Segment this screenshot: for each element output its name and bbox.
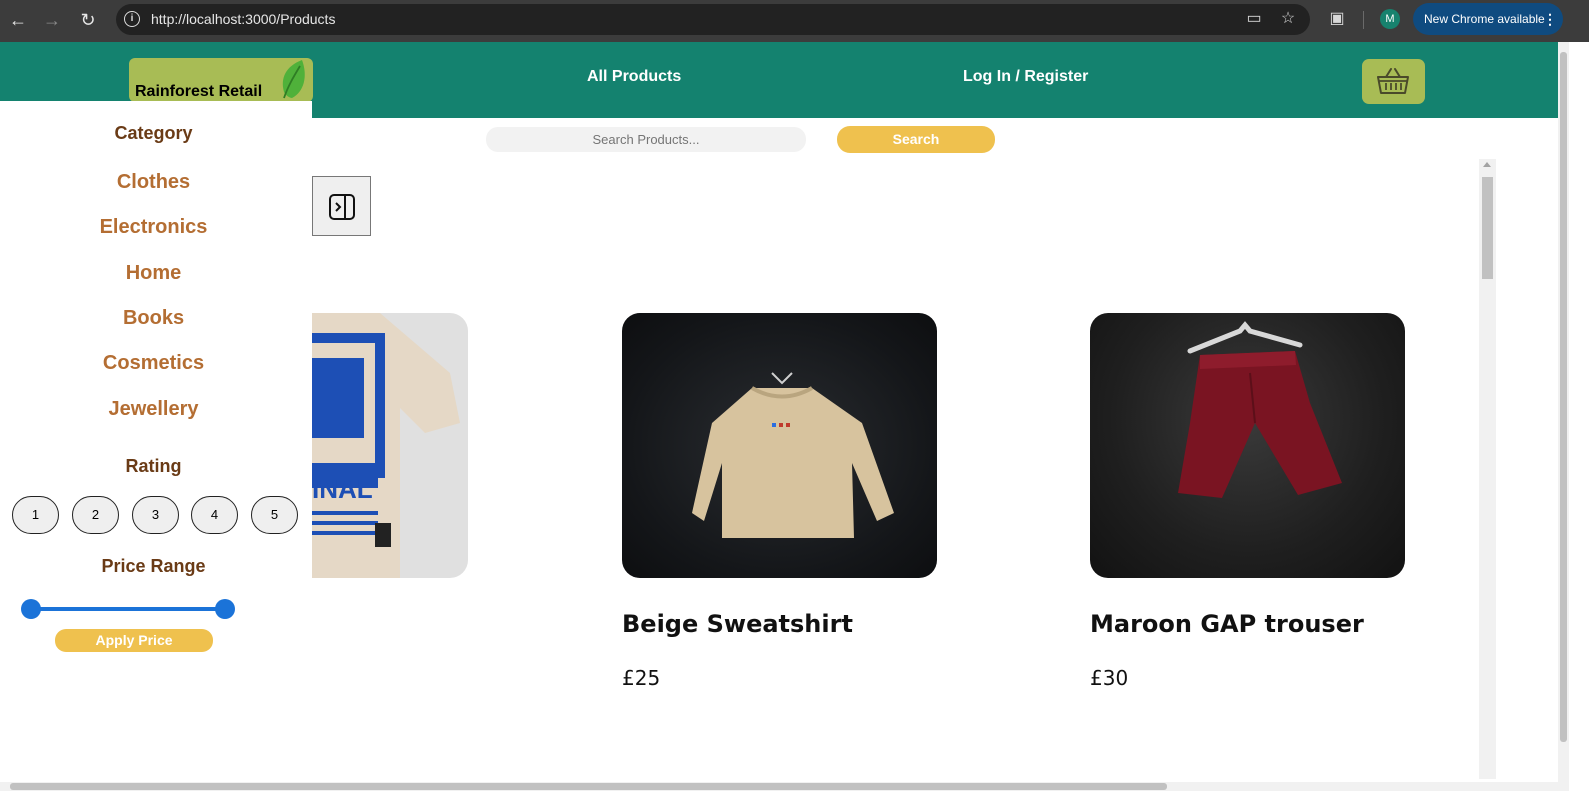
rating-button-2[interactable]: 2 xyxy=(72,496,119,534)
search-input[interactable] xyxy=(486,127,806,152)
product-card-image[interactable] xyxy=(622,313,937,578)
product-price: £25 xyxy=(622,666,661,690)
browser-toolbar: ← → ↻ i http://localhost:3000/Products ▭… xyxy=(0,0,1589,42)
logo-text: Rainforest Retail xyxy=(135,83,263,100)
forward-icon[interactable]: → xyxy=(40,8,64,32)
filter-sidebar: Category Clothes Electronics Home Books … xyxy=(0,101,312,681)
nav-all-products[interactable]: All Products xyxy=(587,68,681,86)
reload-icon[interactable]: ↻ xyxy=(76,8,100,32)
basket-icon xyxy=(1377,68,1409,94)
star-icon[interactable]: ☆ xyxy=(1278,9,1298,29)
category-clothes[interactable]: Clothes xyxy=(0,171,307,194)
svg-text:INAL: INAL xyxy=(312,474,373,504)
scroll-up-arrow-icon[interactable] xyxy=(1483,162,1491,167)
category-electronics[interactable]: Electronics xyxy=(0,216,307,239)
category-heading: Category xyxy=(114,123,193,143)
update-chrome-label: New Chrome available xyxy=(1424,12,1545,26)
basket-button[interactable] xyxy=(1362,59,1425,104)
scrollbar-thumb[interactable] xyxy=(1482,177,1493,279)
leaf-icon xyxy=(282,60,305,99)
category-home[interactable]: Home xyxy=(0,262,307,285)
install-icon[interactable]: ▭ xyxy=(1244,9,1264,29)
back-icon[interactable]: ← xyxy=(6,8,30,32)
product-price: £30 xyxy=(1090,666,1129,690)
price-range-heading: Price Range xyxy=(101,556,206,576)
sidebar-toggle-button[interactable] xyxy=(312,176,371,236)
price-max-handle[interactable] xyxy=(215,599,235,619)
info-icon[interactable]: i xyxy=(124,11,140,27)
rating-heading: Rating xyxy=(125,456,182,476)
site-logo[interactable]: Rainforest Retail xyxy=(129,58,313,102)
menu-icon[interactable]: ⋮ xyxy=(1543,3,1557,35)
rating-button-1[interactable]: 1 xyxy=(12,496,59,534)
product-list-scrollbar[interactable] xyxy=(1479,159,1496,779)
category-jewellery[interactable]: Jewellery xyxy=(0,398,307,421)
extensions-icon[interactable]: ▣ xyxy=(1327,9,1347,29)
address-bar[interactable]: i http://localhost:3000/Products ▭ ☆ xyxy=(116,4,1310,35)
url-text[interactable]: http://localhost:3000/Products xyxy=(151,11,335,27)
panel-toggle-icon xyxy=(329,194,355,220)
price-min-handle[interactable] xyxy=(21,599,41,619)
rating-button-3[interactable]: 3 xyxy=(132,496,179,534)
trouser-image xyxy=(1178,321,1342,498)
apply-price-button[interactable]: Apply Price xyxy=(55,629,213,652)
rating-button-5[interactable]: 5 xyxy=(251,496,298,534)
product-card-image[interactable] xyxy=(1090,313,1405,578)
rating-button-4[interactable]: 4 xyxy=(191,496,238,534)
category-cosmetics[interactable]: Cosmetics xyxy=(0,352,307,375)
sweatshirt-image xyxy=(692,372,894,538)
toolbar-divider xyxy=(1363,11,1364,29)
scrollbar-thumb[interactable] xyxy=(10,783,1167,790)
window-bottom-edge xyxy=(0,791,1589,802)
page-vertical-scrollbar[interactable] xyxy=(1558,42,1569,782)
nav-login-register[interactable]: Log In / Register xyxy=(963,68,1088,86)
price-range-track[interactable] xyxy=(30,607,226,611)
update-chrome-button[interactable]: New Chrome available ⋮ xyxy=(1413,3,1563,35)
category-books[interactable]: Books xyxy=(0,307,307,330)
scrollbar-thumb[interactable] xyxy=(1560,52,1567,742)
profile-avatar[interactable]: M xyxy=(1380,9,1400,29)
search-button[interactable]: Search xyxy=(837,126,995,153)
product-name[interactable]: Beige Sweatshirt xyxy=(622,610,853,638)
page-horizontal-scrollbar[interactable] xyxy=(0,782,1569,791)
product-name[interactable]: Maroon GAP trouser xyxy=(1090,610,1364,638)
